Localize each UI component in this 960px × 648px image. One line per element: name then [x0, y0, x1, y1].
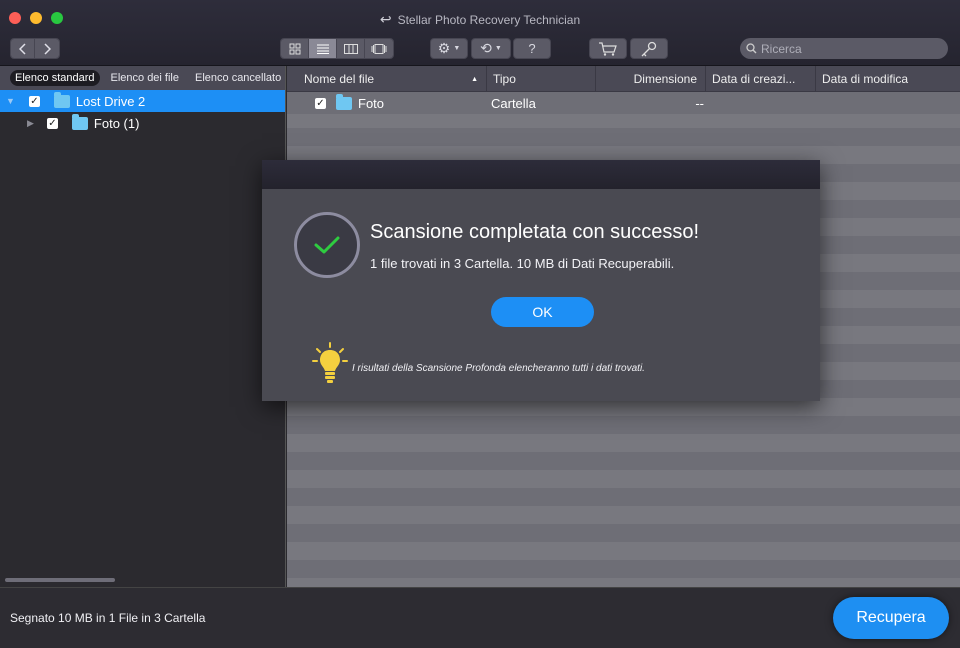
grid-icon [289, 43, 300, 54]
cell-created [706, 92, 816, 114]
success-check-icon [294, 212, 360, 278]
sidebar-tabs: Elenco standard Elenco dei file Elenco c… [0, 66, 285, 90]
column-size[interactable]: Dimensione [596, 66, 706, 92]
help-icon: ? [528, 41, 536, 56]
search-icon [746, 43, 757, 54]
buy-button[interactable] [589, 38, 627, 59]
expand-down-icon[interactable]: ▼ [6, 96, 15, 106]
app-title: ↩ Stellar Photo Recovery Technician [379, 11, 581, 28]
coverflow-icon [371, 43, 387, 54]
history-icon: ⟲ [480, 40, 492, 56]
cell-name: ✓ Foto [315, 93, 385, 111]
column-name[interactable]: Nome del file ▲ [287, 66, 487, 92]
row-checkbox[interactable]: ✓ [315, 97, 326, 109]
table-row[interactable]: ✓ Foto Cartella -- [287, 92, 960, 114]
tree-checkbox[interactable]: ✓ [28, 95, 40, 107]
sidebar: Elenco standard Elenco dei file Elenco c… [0, 66, 286, 587]
tree-item-label: Lost Drive 2 [75, 93, 146, 109]
tree-item-foto[interactable]: ▶ ✓ Foto (1) [0, 112, 285, 134]
chevron-right-icon [44, 42, 51, 55]
nav-back-button[interactable] [11, 39, 35, 58]
tree-checkbox[interactable]: ✓ [46, 117, 58, 129]
view-list-button[interactable] [309, 39, 337, 58]
cell-modified [816, 92, 960, 114]
column-created[interactable]: Data di creazi... [706, 66, 816, 92]
lightbulb-icon [312, 342, 348, 383]
expand-right-icon[interactable]: ▶ [27, 118, 34, 129]
dialog-header [262, 160, 820, 189]
back-arrow-icon[interactable]: ↩ [380, 11, 392, 28]
cart-icon [599, 41, 617, 56]
checkmark-icon [314, 236, 340, 254]
key-icon [641, 41, 657, 56]
settings-button[interactable]: ⚙ ▼ [430, 38, 468, 59]
status-bar: Segnato 10 MB in 1 File in 3 Cartella Re… [0, 587, 960, 648]
folder-icon [336, 93, 352, 110]
title-bar: ↩ Stellar Photo Recovery Technician ⚙ ▼ ⟲ ▼… [0, 0, 960, 66]
view-icons-button[interactable] [281, 39, 309, 58]
cell-size: -- [695, 95, 704, 111]
dialog-title: Scansione completata con successo! [370, 221, 700, 243]
column-type[interactable]: Tipo [487, 66, 596, 92]
tip-text: I risultati della Scansione Profonda ele… [352, 363, 645, 374]
horizontal-scrollbar[interactable] [5, 578, 115, 582]
search-box [740, 38, 948, 59]
search-input[interactable] [761, 41, 941, 56]
tree-item-label: Foto (1) [93, 115, 140, 131]
chevron-down-icon: ▼ [453, 45, 461, 52]
list-icon [316, 44, 329, 54]
history-button[interactable]: ⟲ ▼ [471, 38, 511, 59]
tab-deleted-list[interactable]: Elenco cancellato [190, 70, 285, 86]
status-text: Segnato 10 MB in 1 File in 3 Cartella [10, 611, 206, 625]
tab-file-list[interactable]: Elenco dei file [106, 70, 185, 86]
chevron-left-icon [18, 42, 26, 55]
activate-button[interactable] [630, 38, 668, 59]
ok-button[interactable]: OK [491, 297, 594, 327]
view-coverflow-button[interactable] [365, 39, 393, 58]
help-button[interactable]: ? [513, 38, 551, 59]
tab-standard-list[interactable]: Elenco standard [10, 70, 100, 86]
column-modified[interactable]: Data di modifica [816, 66, 960, 92]
view-columns-button[interactable] [337, 39, 365, 58]
folder-icon [53, 91, 70, 108]
column-header: Nome del file ▲ Tipo Dimensione Data di … [287, 66, 960, 92]
recover-button[interactable]: Recupera [833, 597, 949, 639]
history-nav [10, 38, 60, 59]
scan-complete-dialog: Scansione completata con successo! 1 fil… [262, 160, 820, 401]
gear-icon: ⚙ [437, 40, 451, 56]
tree-item-lost-drive[interactable]: ▼ ✓ Lost Drive 2 [0, 90, 285, 112]
nav-forward-button[interactable] [35, 39, 59, 58]
view-mode-switcher [280, 38, 394, 59]
chevron-down-icon: ▼ [494, 45, 502, 52]
cell-type: Cartella [491, 95, 536, 111]
dialog-message: 1 file trovati in 3 Cartella. 10 MB di D… [370, 256, 675, 271]
columns-icon [343, 43, 358, 54]
folder-icon [71, 113, 88, 130]
sort-ascending-icon: ▲ [471, 75, 478, 83]
